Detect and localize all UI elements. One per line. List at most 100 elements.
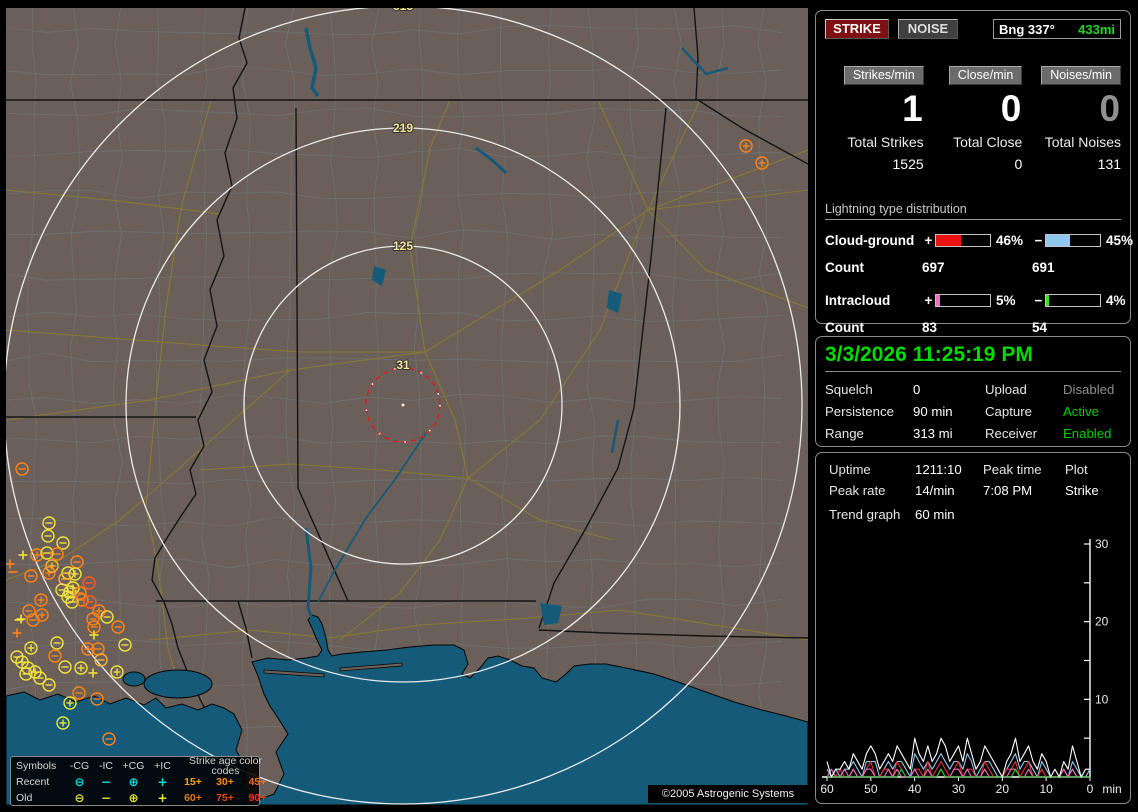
svg-text:60: 60 — [820, 782, 834, 796]
noises-per-min-value: 0 — [1099, 88, 1122, 129]
svg-text:50: 50 — [864, 782, 878, 796]
ic-plus-count: 83 — [922, 320, 938, 335]
lightning-detector-app: 313 219 125 31 Symbols -CG -IC +CG +IC Strike ag… — [0, 0, 1138, 812]
ic-neg-symbol: − — [100, 775, 112, 789]
ic-minus-count: 54 — [1032, 320, 1048, 335]
capture-status: Active — [1063, 404, 1099, 419]
ic-minus-bar — [1045, 294, 1101, 307]
date-time: 3/3/2026 11:25:19 PM — [825, 343, 1033, 366]
peak-time-value: 7:08 PM — [983, 483, 1033, 498]
capture-label: Capture — [985, 404, 1032, 419]
uptime-value: 1211:10 — [915, 462, 962, 477]
total-strikes-value: 1525 — [892, 156, 924, 172]
divider — [825, 371, 1121, 372]
strike-map[interactable]: 313 219 125 31 Symbols -CG -IC +CG +IC Strike ag… — [6, 8, 808, 806]
svg-text:313: 313 — [393, 8, 413, 13]
squelch-label: Squelch — [825, 382, 873, 397]
receiver-status: Enabled — [1063, 426, 1112, 441]
uptime-grid: Uptime 1211:10 Peak time Plot Peak rate … — [829, 462, 1130, 498]
legend-age-header: Strike age color codes — [189, 754, 262, 777]
persistence-label: Persistence — [825, 404, 894, 419]
trend-series-CG — [826, 753, 1091, 778]
range-value: 313 mi — [913, 426, 953, 441]
legend-header-ic: -IC — [99, 759, 113, 772]
cg-plus-percent: 46% — [996, 233, 1024, 248]
ic-neg-symbol: − — [100, 791, 112, 805]
cloud-ground-row: Cloud-ground + 46% − 45% — [825, 233, 1134, 248]
upload-status: Disabled — [1063, 382, 1115, 397]
cg-minus-percent: 45% — [1106, 233, 1134, 248]
toolbar: STRIKE NOISE Bng 337° 433mi — [825, 19, 1121, 39]
range-label: Range — [825, 426, 864, 441]
noise-button[interactable]: NOISE — [898, 19, 958, 39]
peak-time-label: Peak time — [983, 462, 1042, 477]
peak-rate-value: 14/min — [915, 483, 955, 498]
ic-minus-percent: 4% — [1106, 293, 1126, 308]
squelch-value: 0 — [913, 382, 921, 397]
trend-graph-label: Trend graph — [829, 507, 901, 522]
legend-header-cg: -CG — [69, 759, 90, 772]
minus-sign: − — [1034, 293, 1043, 308]
legend-header-cg: +CG — [122, 759, 145, 772]
svg-text:20: 20 — [996, 782, 1010, 796]
intracloud-label: Intracloud — [825, 293, 891, 308]
total-strikes-label: Total Strikes — [847, 134, 924, 150]
upload-label: Upload — [985, 382, 1027, 397]
svg-text:30: 30 — [1095, 537, 1109, 551]
age-code-90: 90+ — [248, 791, 267, 804]
uptime-label: Uptime — [829, 462, 871, 477]
stats-panel: STRIKE NOISE Bng 337° 433mi Strikes/min … — [815, 10, 1134, 335]
strikes-per-min-value: 1 — [902, 88, 924, 129]
cg-neg-symbol: ⊖ — [74, 791, 85, 805]
cloud-ground-count-row: Count 697 691 — [825, 260, 1121, 275]
age-code-60: 60+ — [184, 791, 202, 804]
legend-header-ic: +IC — [154, 759, 171, 772]
strikes-per-min-header: Strikes/min — [843, 66, 924, 85]
strike-button[interactable]: STRIKE — [825, 19, 889, 39]
bearing-label: Bng 337° — [999, 21, 1055, 37]
plot-mode-value: Strike — [1065, 483, 1099, 498]
clock-panel: 3/3/2026 11:25:19 PM Squelch 0 Upload Di… — [815, 336, 1131, 447]
plus-sign: + — [924, 233, 933, 248]
legend-row-label: Recent — [16, 775, 50, 788]
cg-plus-bar — [935, 234, 991, 247]
cloud-ground-label: Cloud-ground — [825, 233, 915, 248]
trend-graph: 30 20 10 60 50 40 30 20 10 0 min — [820, 537, 1121, 796]
close-per-min-value: 0 — [1000, 88, 1023, 129]
ic-pos-symbol: + — [157, 775, 168, 789]
legend-row-label: Old — [16, 791, 33, 804]
ic-plus-percent: 5% — [996, 293, 1016, 308]
trend-series-Totalstrikes — [826, 737, 1090, 778]
svg-text:0: 0 — [1087, 782, 1094, 796]
trend-graph-setting: Trend graph 60 min — [829, 507, 1130, 522]
svg-text:219: 219 — [393, 121, 413, 135]
counter-close: Close/min 0 Total Close 0 — [924, 66, 1023, 172]
counter-noises: Noises/min 0 Total Noises 131 — [1022, 66, 1122, 172]
trend-graph-value: 60 min — [915, 507, 955, 522]
intracloud-row: Intracloud + 5% − 4% — [825, 293, 1126, 308]
total-close-label: Total Close — [953, 134, 1023, 150]
age-code-30: 30+ — [216, 775, 234, 788]
svg-text:40: 40 — [908, 782, 922, 796]
svg-text:30: 30 — [952, 782, 966, 796]
cg-minus-bar — [1045, 234, 1101, 247]
noises-per-min-header: Noises/min — [1041, 66, 1122, 85]
svg-text:10: 10 — [1039, 782, 1053, 796]
receiver-label: Receiver — [985, 426, 1038, 441]
age-code-45: 45+ — [248, 775, 267, 788]
cg-minus-count: 691 — [1032, 260, 1055, 275]
plus-sign: + — [924, 293, 933, 308]
settings-grid: Squelch 0 Upload Disabled Persistence 90… — [825, 382, 1121, 441]
trend-panel: Uptime 1211:10 Peak time Plot Peak rate … — [815, 452, 1131, 804]
rate-counters: Strikes/min 1 Total Strikes 1525 Close/m… — [825, 66, 1122, 172]
legend-header-symbols: Symbols — [16, 759, 57, 772]
ic-plus-bar — [935, 294, 991, 307]
cg-plus-count: 697 — [922, 260, 945, 275]
ic-pos-symbol: + — [157, 791, 168, 805]
copyright-note: ©2005 Astrogenic Systems — [648, 785, 808, 803]
minus-sign: − — [1034, 233, 1043, 248]
plot-label: Plot — [1065, 462, 1088, 477]
svg-text:10: 10 — [1095, 692, 1109, 706]
count-label: Count — [825, 260, 864, 275]
age-code-15: 15+ — [184, 775, 202, 788]
